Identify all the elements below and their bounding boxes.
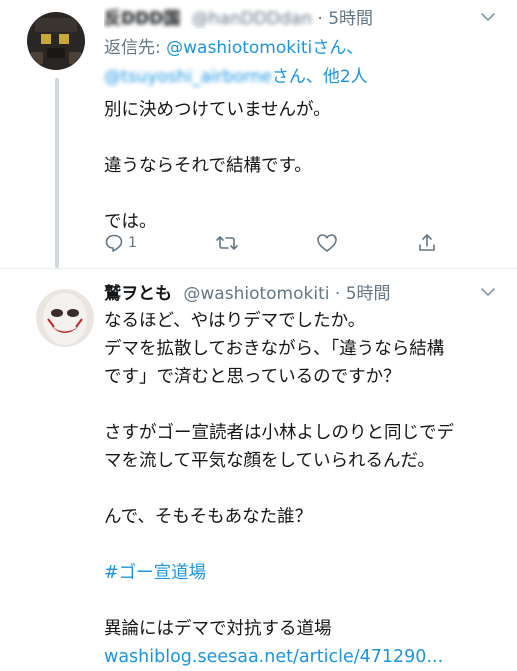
heart-icon (317, 234, 338, 252)
reply-prefix: 返信先: (104, 38, 167, 58)
article-link[interactable]: washiblog.seesaa.net/article/471290... (104, 643, 495, 671)
tweet-line: なるほど、やはりデマでしたか。 (104, 311, 366, 331)
tweet-line: 異論にはデマで対抗する道場 (104, 619, 332, 639)
like-button[interactable] (316, 233, 338, 253)
tweet-text: なるほど、やはりデマでしたか。 デマを拡散しておきながら、「違うなら結構 です」… (104, 307, 495, 671)
reply-count: 1 (128, 235, 137, 251)
timestamp[interactable]: 5時間 (346, 284, 391, 304)
tweet-line: 違うならそれで結構です。 (104, 156, 312, 176)
tweet-actions: 1 (104, 231, 437, 255)
share-button[interactable] (417, 233, 437, 253)
avatar-image (36, 289, 94, 347)
tweet-line: んで、そもそもあなた誰？ (104, 507, 313, 527)
avatar[interactable] (36, 289, 94, 347)
share-icon (419, 234, 435, 251)
thread-line (55, 78, 59, 268)
tweet-line: マを流して平気な顔をしていられるんだ。 (104, 451, 435, 471)
author-handle[interactable]: @washiotomokiti (183, 284, 329, 304)
reply-user-link-2[interactable]: @tsuyoshi_airborne (104, 67, 272, 87)
tweet-line: さすがゴー宣読者は小林よしのりと同じでデ (104, 423, 454, 443)
reply-others-link[interactable]: 他2人 (323, 67, 368, 87)
timestamp[interactable]: 5時間 (328, 9, 373, 29)
tweet-header: 鷲ヲとも @washiotomokiti · 5時間 (104, 279, 473, 304)
retweet-button[interactable] (215, 233, 238, 253)
reply-san: さん、 (312, 38, 364, 58)
avatar-image (27, 12, 85, 70)
chevron-down-icon[interactable] (479, 8, 497, 26)
retweet-icon (215, 236, 238, 250)
tweet-text: 別に決めつけていませんが。 違うならそれで結構です。 では。 (104, 96, 495, 236)
chevron-down-icon[interactable] (479, 283, 497, 301)
reply-user-link[interactable]: @washiotomokiti (166, 38, 312, 58)
separator-dot: · (317, 9, 323, 29)
tweet-header: 反DDD国 @hanDDDdan · 5時間 (104, 4, 473, 29)
tweet-line: 別に決めつけていませんが。 (104, 100, 331, 120)
tweet-line: です」で済むと思っているのですか？ (104, 367, 401, 387)
reply-button[interactable]: 1 (104, 233, 137, 253)
reply-icon (105, 234, 123, 252)
hashtag-link[interactable]: #ゴー宣道場 (104, 559, 495, 587)
reply-to: 返信先: @washiotomokitiさん、 @tsuyoshi_airbor… (104, 34, 487, 92)
author-handle[interactable]: @hanDDDdan (192, 9, 312, 29)
author-name[interactable]: 反DDD国 (104, 9, 180, 29)
reply-san-2: さん、 (271, 67, 323, 87)
separator-dot: · (334, 284, 341, 304)
tweet-2[interactable]: 鷲ヲとも @washiotomokiti · 5時間 なるほど、やはりデマでした… (0, 269, 517, 667)
author-name[interactable]: 鷲ヲとも (104, 284, 172, 304)
tweet-line: デマを拡散しておきながら、「違うなら結構 (104, 339, 445, 359)
avatar[interactable] (27, 12, 85, 70)
tweet-1[interactable]: 反DDD国 @hanDDDdan · 5時間 返信先: @washiotomok… (0, 0, 517, 268)
